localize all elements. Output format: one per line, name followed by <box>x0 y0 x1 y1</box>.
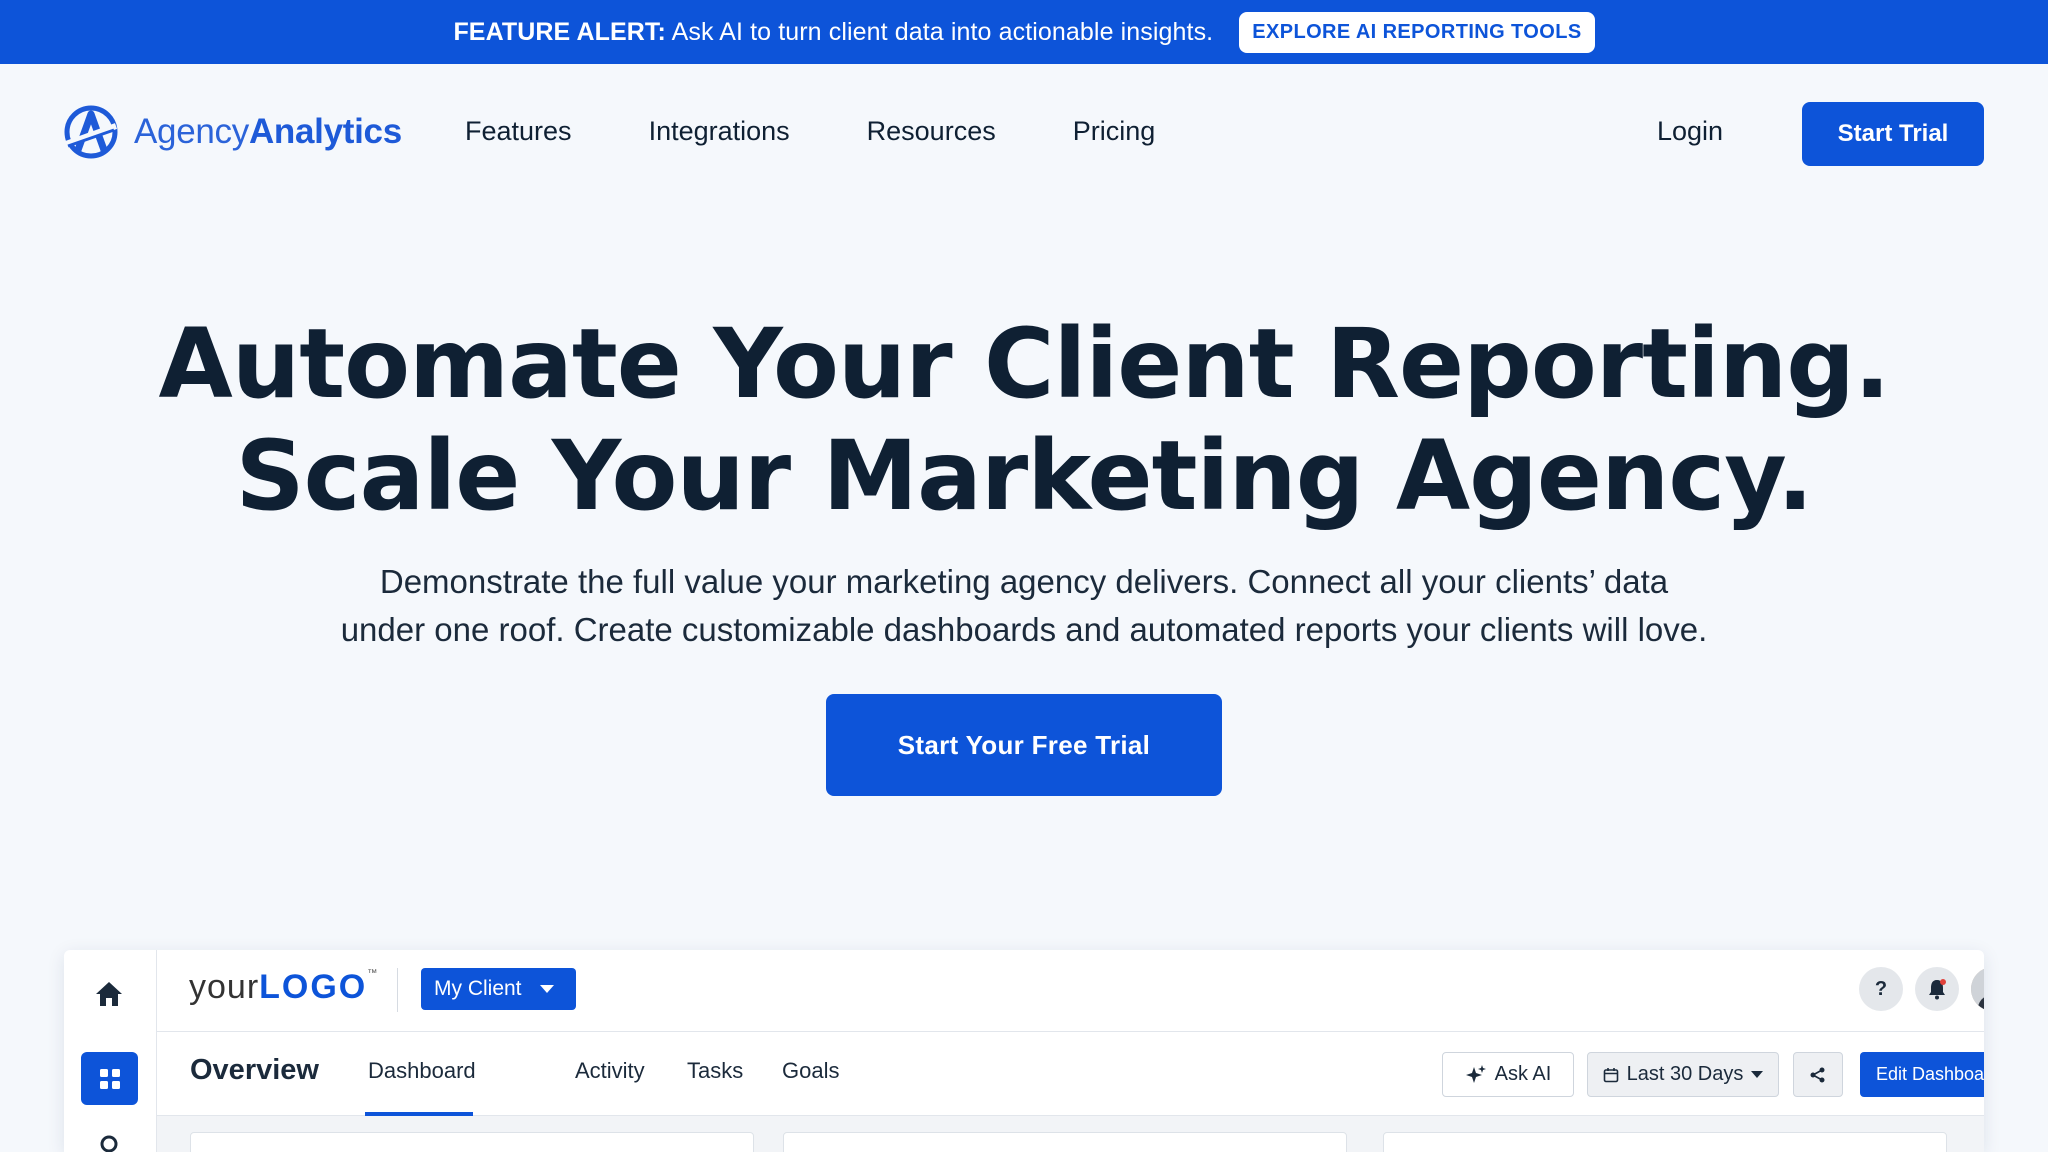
client-logo: yourLOGO™ <box>189 968 378 1007</box>
hero-subtitle-line-2: under one roof. Create customizable dash… <box>340 611 1708 648</box>
nav-links: Features Integrations Resources Pricing <box>465 116 1232 147</box>
bell-icon <box>1929 979 1946 1000</box>
dashboard-title: Overview <box>190 1054 319 1086</box>
client-selector[interactable]: My Client <box>421 968 576 1010</box>
dashboard-grid-button[interactable] <box>81 1052 138 1105</box>
edit-dashboard-button[interactable]: Edit Dashboard <box>1860 1052 1984 1097</box>
hero-subtitle-line-1: Demonstrate the full value your marketin… <box>379 563 1669 600</box>
notifications-button[interactable] <box>1915 967 1959 1011</box>
client-selector-label: My Client <box>434 977 522 1000</box>
client-logo-tm: ™ <box>367 968 379 979</box>
tab-activity[interactable]: Activity <box>575 1058 645 1084</box>
start-trial-button[interactable]: Start Trial <box>1802 102 1984 166</box>
share-button[interactable] <box>1793 1052 1843 1097</box>
logo-text-light: Agency <box>134 112 249 151</box>
client-logo-light: your <box>189 968 260 1006</box>
avatar-icon <box>1971 967 1984 1011</box>
login-link[interactable]: Login <box>1657 116 1723 147</box>
nav-link-resources[interactable]: Resources <box>867 116 996 147</box>
widget-card <box>190 1132 754 1152</box>
widget-card <box>1383 1132 1947 1152</box>
dashboard-content <box>157 1116 1984 1152</box>
logo-text-bold: Analytics <box>248 112 402 151</box>
hero-title-line-2: Scale Your Marketing Agency. <box>235 420 1814 532</box>
dashboard-tabbar: Overview Dashboard Activity Tasks Goals … <box>157 1032 1984 1116</box>
share-icon <box>1810 1067 1825 1082</box>
hero-subtitle: Demonstrate the full value your marketin… <box>224 558 1824 654</box>
banner-message: Ask AI to turn client data into actionab… <box>665 17 1214 46</box>
explore-ai-button[interactable]: EXPLORE AI REPORTING TOOLS <box>1239 11 1595 53</box>
widget-card <box>783 1132 1347 1152</box>
home-icon[interactable] <box>94 980 124 1008</box>
help-icon: ? <box>1874 977 1888 1000</box>
logo-mark-icon <box>64 105 118 159</box>
banner-text: FEATURE ALERT: Ask AI to turn client dat… <box>453 18 1213 47</box>
hero-title-line-1: Automate Your Client Reporting. <box>158 308 1891 420</box>
banner-prefix: FEATURE ALERT: <box>453 17 666 46</box>
tab-dashboard[interactable]: Dashboard <box>368 1058 476 1084</box>
ask-ai-button[interactable]: Ask AI <box>1442 1052 1574 1097</box>
grid-icon <box>99 1068 120 1089</box>
agencyanalytics-logo[interactable]: AgencyAnalytics <box>62 104 402 160</box>
tab-tasks[interactable]: Tasks <box>687 1058 743 1084</box>
ask-ai-label: Ask AI <box>1494 1063 1552 1085</box>
nav-link-integrations[interactable]: Integrations <box>649 116 790 147</box>
start-free-trial-button[interactable]: Start Your Free Trial <box>826 694 1222 796</box>
sparkle-icon <box>1465 1064 1486 1083</box>
chevron-down-icon <box>1751 1071 1764 1078</box>
dashboard-sidebar <box>64 950 157 1152</box>
dashboard-preview: yourLOGO™ My Client ? Overview Dashboard <box>64 950 1984 1152</box>
date-range-selector[interactable]: Last 30 Days <box>1587 1052 1779 1097</box>
dashboard-topbar: yourLOGO™ My Client ? <box>157 950 1984 1032</box>
client-logo-bold: LOGO <box>259 968 368 1006</box>
hero-title: Automate Your Client Reporting. Scale Yo… <box>0 308 2048 532</box>
calendar-icon <box>1603 1067 1618 1082</box>
feature-banner: FEATURE ALERT: Ask AI to turn client dat… <box>0 0 2048 64</box>
tab-goals[interactable]: Goals <box>782 1058 839 1084</box>
date-range-label: Last 30 Days <box>1626 1063 1744 1085</box>
divider <box>397 968 398 1012</box>
search-icon[interactable] <box>97 1134 121 1152</box>
chevron-down-icon <box>539 985 554 993</box>
nav-link-features[interactable]: Features <box>465 116 572 147</box>
main-nav: AgencyAnalytics Features Integrations Re… <box>0 64 2048 204</box>
user-avatar[interactable] <box>1971 967 1984 1011</box>
logo-text: AgencyAnalytics <box>134 112 402 152</box>
nav-link-pricing[interactable]: Pricing <box>1073 116 1156 147</box>
help-button[interactable]: ? <box>1859 967 1903 1011</box>
